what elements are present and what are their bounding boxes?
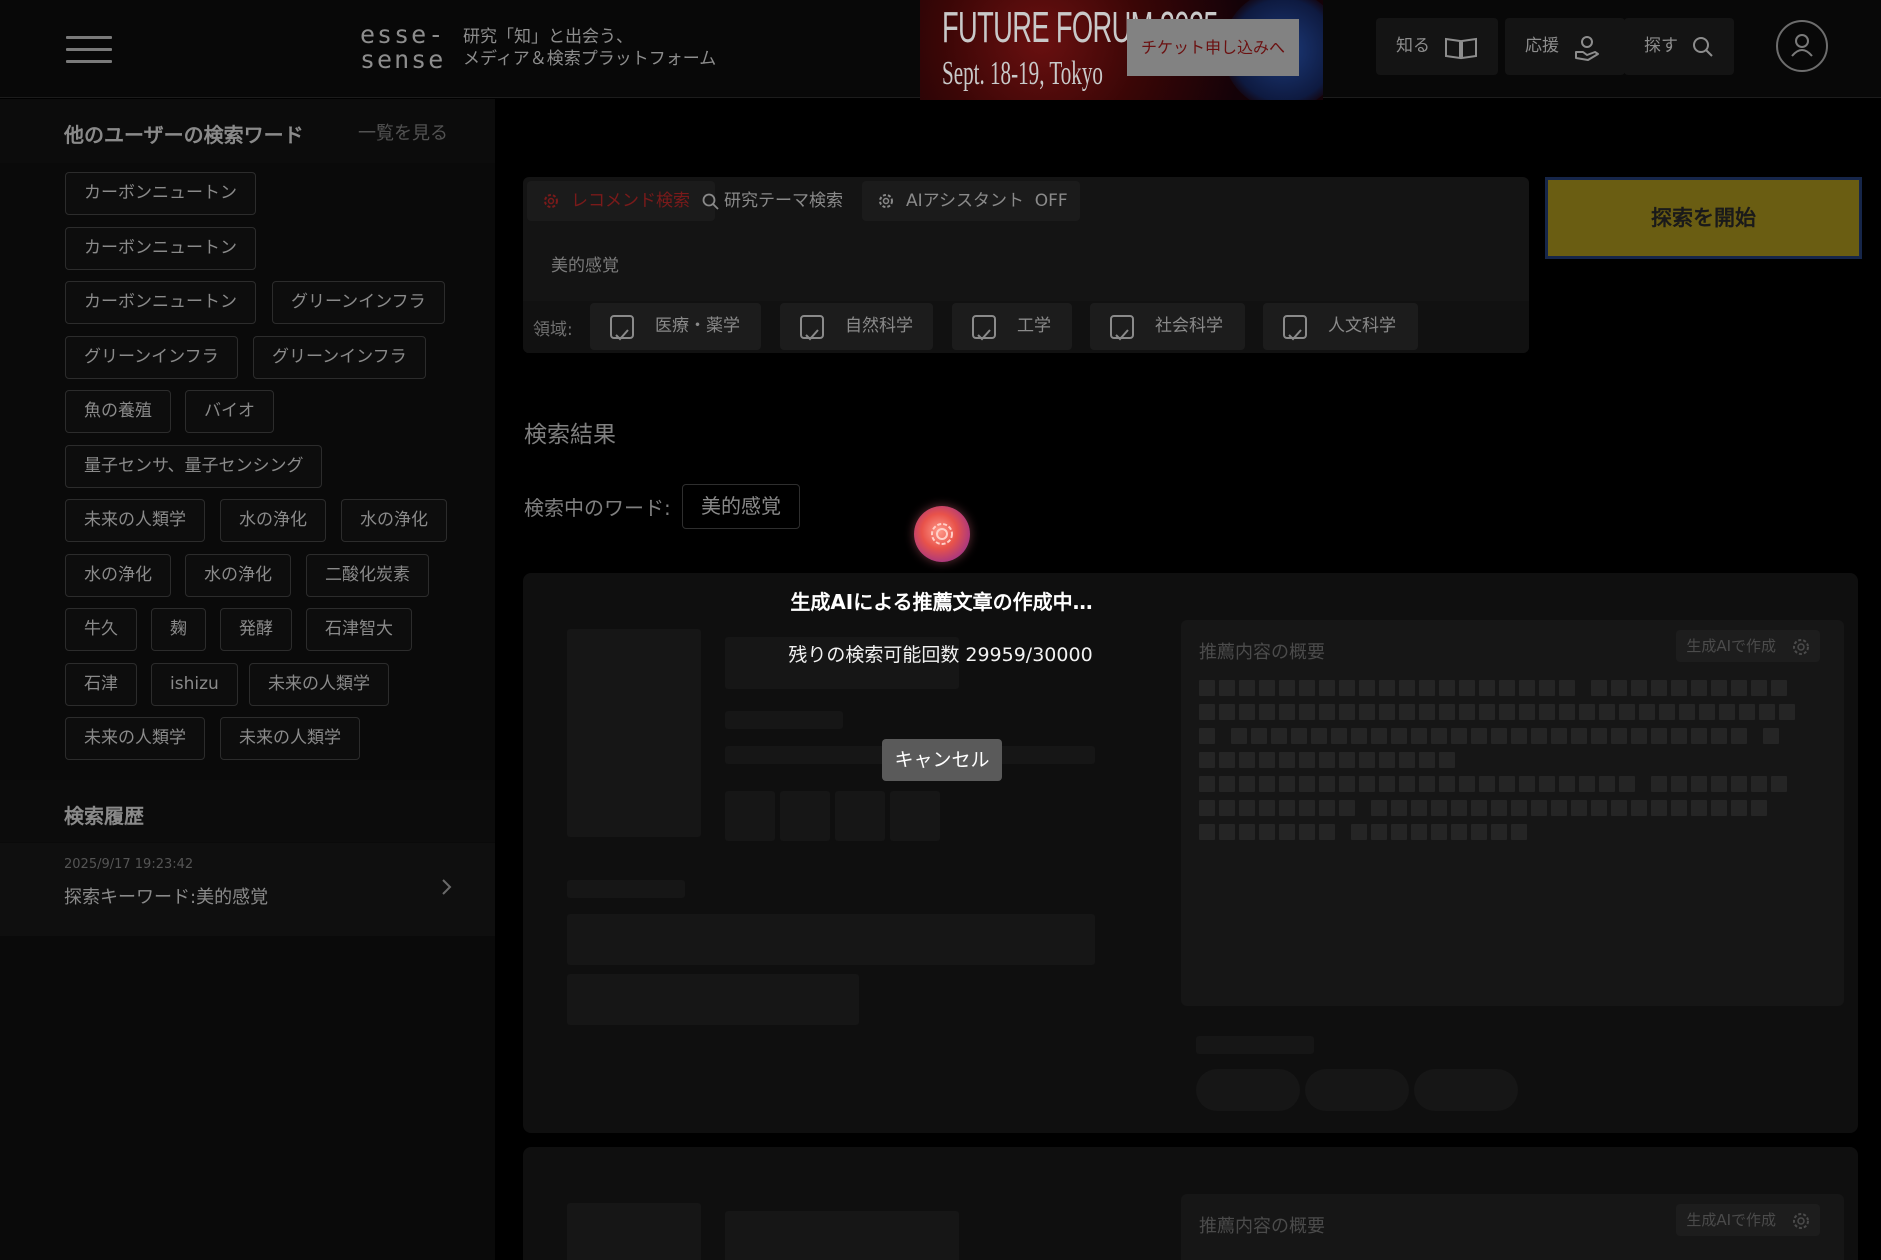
generation-status-message: 生成AIによる推薦文章の作成中… — [0, 586, 1881, 615]
generation-status-text: 生成AIによる推薦文章の作成中… — [790, 590, 1093, 614]
ai-orb-icon — [914, 506, 970, 562]
ai-generation-overlay: 生成AIによる推薦文章の作成中… 残りの検索可能回数 29959/30000 キ… — [0, 0, 1881, 1260]
cancel-button[interactable]: キャンセル — [882, 739, 1002, 781]
remaining-search-count: 残りの検索可能回数 29959/30000 — [788, 644, 1093, 666]
